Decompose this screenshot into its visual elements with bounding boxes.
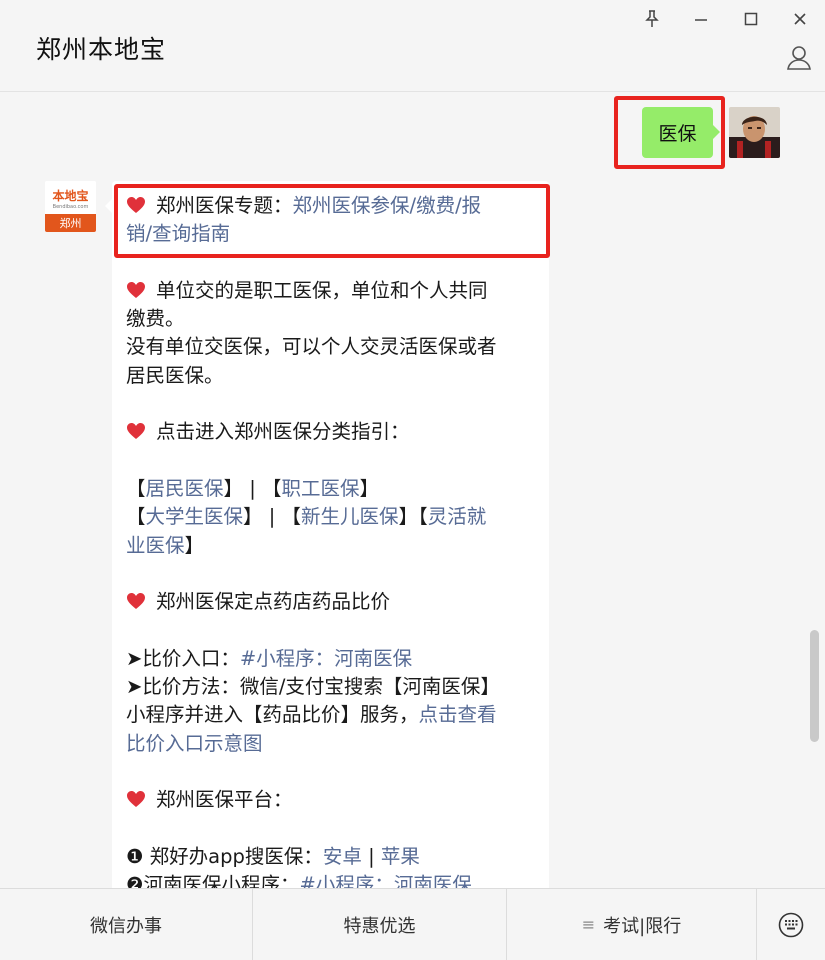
- highlight-box-topic-link: [114, 184, 550, 258]
- bracket: 】 | 【: [223, 476, 282, 500]
- submenu-icon: ≡: [581, 915, 596, 934]
- menu-tab-label: 微信办事: [90, 915, 162, 937]
- text: 居民医保。: [126, 363, 224, 387]
- menu-tab-special-offers[interactable]: 特惠优选: [253, 889, 507, 960]
- link-miniprogram-henan-yibao[interactable]: #小程序：河南医保: [240, 647, 412, 670]
- link-jumin-yibao[interactable]: 居民医保: [146, 477, 224, 500]
- article-message-card: 郑州医保专题：郑州医保参保/缴费/报 销/查询指南 单位交的是职工医保，单位和个…: [105, 181, 549, 888]
- link-daxuesheng-yibao[interactable]: 大学生医保: [146, 505, 244, 528]
- text: 缴费。: [126, 307, 185, 331]
- minimize-icon[interactable]: [690, 8, 712, 30]
- heart-icon: [127, 281, 145, 298]
- pin-icon[interactable]: [641, 8, 663, 30]
- menu-tab-label: 特惠优选: [343, 915, 416, 937]
- text: 郑州医保平台：: [156, 788, 293, 812]
- link-linghuo-jiuye-cont[interactable]: 业医保: [126, 534, 185, 557]
- logo-url-text: Bendibao.com: [53, 204, 89, 210]
- keyboard-icon: [778, 912, 804, 937]
- chat-title: 郑州本地宝: [36, 35, 167, 64]
- bracket: 【: [126, 505, 146, 529]
- link-view-diagram[interactable]: 点击查看: [419, 703, 497, 726]
- bracket: 】【: [398, 505, 428, 529]
- link-android[interactable]: 安卓: [323, 845, 362, 868]
- text: 小程序并进入【药品比价】服务，: [126, 703, 419, 727]
- maximize-icon[interactable]: [740, 8, 762, 30]
- close-icon[interactable]: [789, 8, 811, 30]
- chat-header: 郑州本地宝: [0, 0, 825, 92]
- bracket: 】: [184, 533, 205, 557]
- heart-icon: [127, 593, 145, 610]
- heart-icon: [127, 423, 145, 440]
- menu-tab-wechat-services[interactable]: 微信办事: [0, 889, 253, 960]
- logo-top-text: 本地宝: [52, 188, 88, 203]
- text: 点击进入郑州医保分类指引：: [156, 420, 410, 444]
- bracket: 】 | 【: [243, 505, 301, 529]
- user-message-bubble[interactable]: 医保: [642, 107, 720, 158]
- user-avatar[interactable]: [729, 107, 780, 158]
- link-ios[interactable]: 苹果: [381, 845, 420, 868]
- message-text: 郑州医保专题：郑州医保参保/缴费/报 销/查询指南 单位交的是职工医保，单位和个…: [126, 192, 536, 888]
- link-xinshenger-yibao[interactable]: 新生儿医保: [301, 505, 399, 528]
- link-linghuo-jiuye[interactable]: 灵活就: [428, 505, 487, 528]
- logo-city-text: 郑州: [60, 216, 82, 230]
- bracket: 】: [359, 476, 380, 500]
- bracket: 【: [126, 476, 146, 500]
- text: 没有单位交医保，可以个人交灵活医保或者: [126, 335, 497, 359]
- link-zhigong-yibao[interactable]: 职工医保: [282, 477, 360, 500]
- bottom-menu-bar: 微信办事 特惠优选 ≡ 考试|限行: [0, 888, 825, 960]
- chat-scrollbar[interactable]: [810, 630, 819, 742]
- text: ❶ 郑好办app搜医保：: [126, 844, 323, 868]
- keyboard-toggle[interactable]: [757, 889, 825, 960]
- text: ❷河南医保小程序：: [126, 873, 300, 888]
- profile-icon[interactable]: [785, 43, 813, 71]
- text: ➤比价入口：: [126, 646, 240, 670]
- separator: |: [361, 844, 381, 868]
- menu-tab-exam-traffic[interactable]: ≡ 考试|限行: [507, 889, 757, 960]
- text: ➤比价方法：微信/支付宝搜索【河南医保】: [126, 675, 500, 699]
- chat-area[interactable]: 医保 本地宝 Bendibao.com 郑州 郑州医保专题：郑州医保参保/缴费/…: [0, 93, 825, 888]
- text: 郑州医保定点药店药品比价: [156, 590, 391, 614]
- link-miniprogram-henan-yibao-2[interactable]: #小程序：河南医保: [299, 873, 471, 888]
- menu-tab-label: 考试|限行: [603, 915, 682, 937]
- heart-icon: [127, 791, 145, 808]
- bendibao-logo[interactable]: 本地宝 Bendibao.com 郑州: [45, 181, 96, 232]
- link-view-diagram-cont[interactable]: 比价入口示意图: [126, 732, 263, 755]
- text: 单位交的是职工医保，单位和个人共同: [156, 278, 488, 302]
